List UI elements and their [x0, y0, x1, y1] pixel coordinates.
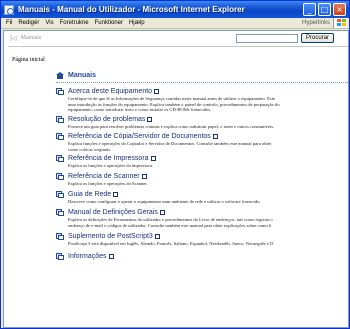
home-link[interactable]: Página inicial [12, 57, 45, 63]
external-link-icon [141, 174, 147, 179]
minimize-button[interactable]: _ [303, 3, 316, 16]
menu-view[interactable]: Vis [42, 20, 56, 26]
manuals-header: Manuais [56, 72, 96, 79]
menu-favorites[interactable]: Foretrukne [57, 20, 92, 26]
window-title: Manuais - Manual do Utilizador - Microso… [18, 5, 245, 14]
list-item: Guia de Rede Descreve como configurar e … [56, 190, 348, 205]
menu-help[interactable]: Hjælp [126, 20, 148, 26]
list-item: Informações [56, 252, 348, 261]
toolbar-divider [8, 46, 348, 47]
close-button[interactable]: × [333, 3, 346, 16]
book-icon [56, 209, 64, 216]
manual-description: Explica as funções e operações do Scanne… [68, 181, 148, 186]
list-item: Resolução de problemas Fornece um guia p… [56, 115, 348, 130]
manual-description: equipamento, como introduzir texto e com… [68, 107, 212, 113]
hyperlinks-toolbar-label[interactable]: Hyperlinks [302, 20, 333, 26]
panel-divider [56, 82, 348, 83]
external-link-icon [154, 89, 160, 94]
manual-link[interactable]: Resolução de problemas [68, 116, 145, 123]
list-item: Acerca deste Equipamento Certifique-se d… [56, 87, 348, 113]
back-forward-icon[interactable]: |◁ [10, 35, 17, 42]
panel-title: Manuais [68, 72, 97, 79]
search-input[interactable] [236, 34, 298, 43]
menu-bar: Fil Redigér Vis Foretrukne Funktioner Hj… [1, 18, 349, 29]
external-link-icon [159, 210, 165, 215]
manual-link[interactable]: Acerca deste Equipamento [68, 88, 152, 95]
ie-page-icon [4, 4, 14, 15]
manual-description: como colocar originais. [68, 146, 112, 152]
external-link-icon [147, 117, 153, 122]
manual-link[interactable]: Referência de Impressora [68, 155, 149, 162]
book-icon [56, 173, 64, 180]
maximize-button[interactable]: □ [318, 3, 331, 16]
menu-file[interactable]: Fil [3, 20, 15, 26]
browser-window: Manuais - Manual do Utilizador - Microso… [0, 0, 350, 329]
manual-link[interactable]: Referência de Cópia/Servidor de Document… [68, 133, 211, 140]
list-item: Referência de Impressora Explica as funç… [56, 154, 348, 169]
list-item: Referência de Cópia/Servidor de Document… [56, 132, 348, 152]
nav-breadcrumb[interactable]: Manuais [21, 35, 42, 41]
manual-link[interactable]: Informações [68, 253, 107, 260]
book-icon [56, 116, 64, 123]
book-icon [56, 191, 64, 198]
book-icon [56, 253, 64, 260]
manual-link[interactable]: Manual de Definições Gerais [68, 209, 158, 216]
manual-description: endereço de e-mail e códigos de utilizad… [68, 222, 272, 228]
external-link-icon [154, 234, 160, 239]
title-bar[interactable]: Manuais - Manual do Utilizador - Microso… [1, 1, 349, 18]
external-link-icon [150, 156, 156, 161]
manual-description: Fornece um guia para resolver problemas … [68, 124, 275, 129]
home-icon [56, 72, 64, 79]
list-item: Suplemento de PostScript3 PostScript 3 e… [56, 232, 348, 247]
page-content: |◁ Manuais Procurar Página inicial Manua… [3, 30, 349, 328]
manual-description: Descreve como configurar e operar o equi… [68, 199, 261, 204]
search-button[interactable]: Procurar [301, 33, 334, 43]
book-icon [56, 233, 64, 240]
book-icon [56, 133, 64, 140]
windows-logo-icon [333, 18, 347, 28]
list-item: Manual de Definições Gerais Explica as d… [56, 208, 348, 228]
manual-link[interactable]: Referência de Scanner [68, 173, 140, 180]
external-link-icon [113, 192, 119, 197]
external-link-icon [212, 134, 218, 139]
list-item: Referência de Scanner Explica as funções… [56, 172, 348, 187]
manual-description: Explica as funções e operações da impres… [68, 163, 154, 168]
book-icon [56, 88, 64, 95]
manual-link[interactable]: Suplemento de PostScript3 [68, 233, 153, 240]
menu-edit[interactable]: Redigér [15, 20, 42, 26]
external-link-icon [108, 254, 114, 259]
menu-tools[interactable]: Funktioner [92, 20, 126, 26]
manual-description: PostScript 3 está disponível em Inglês, … [68, 241, 274, 246]
manual-link[interactable]: Guia de Rede [68, 191, 111, 198]
book-icon [56, 155, 64, 162]
